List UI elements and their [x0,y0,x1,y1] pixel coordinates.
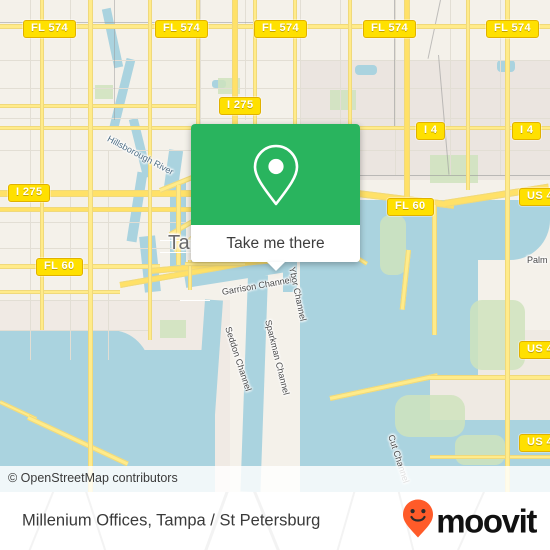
map-park [395,395,465,437]
map-park [470,300,525,370]
map-street [0,330,150,331]
highway-shield[interactable]: US 41 [519,341,550,359]
map-highway [88,0,93,492]
map-street [180,300,210,301]
highway-shield[interactable]: I 4 [512,122,542,140]
card-header [191,124,360,225]
water-bay [0,330,150,370]
map-railway [114,0,115,120]
map-park [330,90,356,110]
map-railway [340,175,550,176]
highway-shield[interactable]: FL 574 [486,20,540,38]
map-highway [430,375,550,380]
highway-shield[interactable]: FL 574 [363,20,417,38]
highway-shield[interactable]: I 275 [219,97,262,115]
map-highway [148,0,152,340]
map-highway [0,104,200,108]
take-me-there-button[interactable]: Take me there [191,225,360,262]
moovit-map-screenshot: FL 574 FL 574 FL 574 FL 574 FL 574 I 275… [0,0,550,550]
card-pointer-tail [266,262,285,271]
map-highway [505,0,510,492]
highway-shield[interactable]: I 275 [8,184,51,202]
map-park [380,215,406,275]
map-street [70,0,71,360]
map-highway [430,455,550,459]
moovit-logo[interactable]: moovit [402,499,537,544]
highway-shield[interactable]: FL 574 [23,20,77,38]
map-highway [0,290,120,294]
map-highway [466,0,470,190]
map-park [160,320,186,338]
highway-shield[interactable]: US 41 [519,188,550,206]
moovit-smiley-pin-icon [402,499,434,544]
moovit-wordmark: moovit [436,502,537,540]
map-park [455,435,505,465]
highway-shield[interactable]: FL 574 [254,20,308,38]
map-pin-icon [248,142,304,208]
location-card[interactable]: Take me there [191,124,360,271]
highway-shield[interactable]: FL 60 [387,198,434,216]
map-attribution[interactable]: © OpenStreetMap contributors [0,466,550,492]
footer-watermark [333,492,359,550]
highway-shield[interactable]: FL 574 [155,20,209,38]
map-highway [185,262,245,266]
place-label: Palm [527,255,548,265]
water-bay [418,250,478,380]
map-highway [432,205,437,335]
water-pond [355,65,377,75]
location-title: Millenium Offices, Tampa / St Petersburg [22,511,321,530]
map-park [430,155,478,183]
highway-shield[interactable]: US 41 [519,434,550,452]
footer-bar: Millenium Offices, Tampa / St Petersburg… [0,492,550,550]
map-street [0,300,210,301]
map-street [108,150,109,360]
highway-shield[interactable]: FL 60 [36,258,83,276]
map-highway [40,0,44,330]
highway-shield[interactable]: I 4 [416,122,446,140]
map-street [30,0,31,360]
